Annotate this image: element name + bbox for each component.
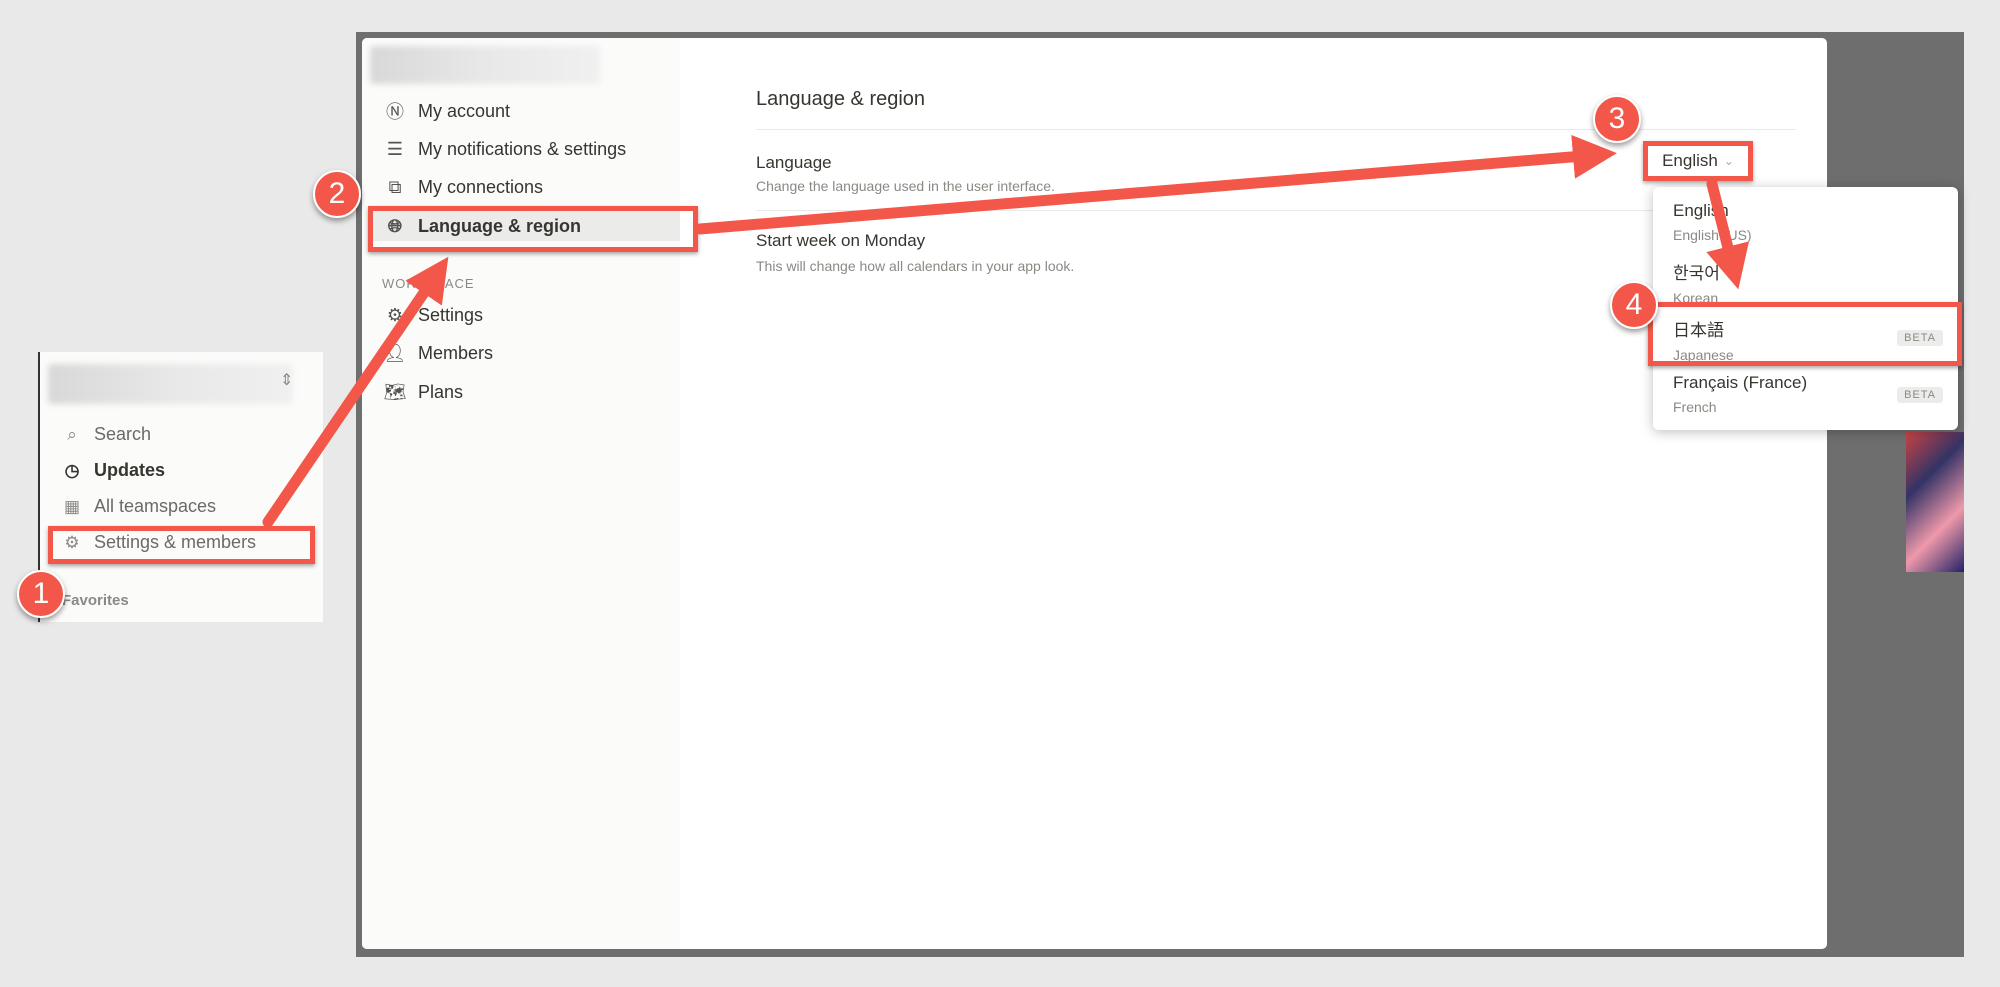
step-badge-2: 2 xyxy=(313,170,361,218)
step-badge-4: 4 xyxy=(1610,281,1658,329)
annotation-arrows xyxy=(262,134,1750,528)
arrow-step-3 xyxy=(1706,178,1750,290)
arrow-step-1 xyxy=(262,256,449,528)
arrow-step-2 xyxy=(694,134,1617,235)
step-badge-3: 3 xyxy=(1593,95,1641,143)
step-badge-1: 1 xyxy=(17,570,65,618)
